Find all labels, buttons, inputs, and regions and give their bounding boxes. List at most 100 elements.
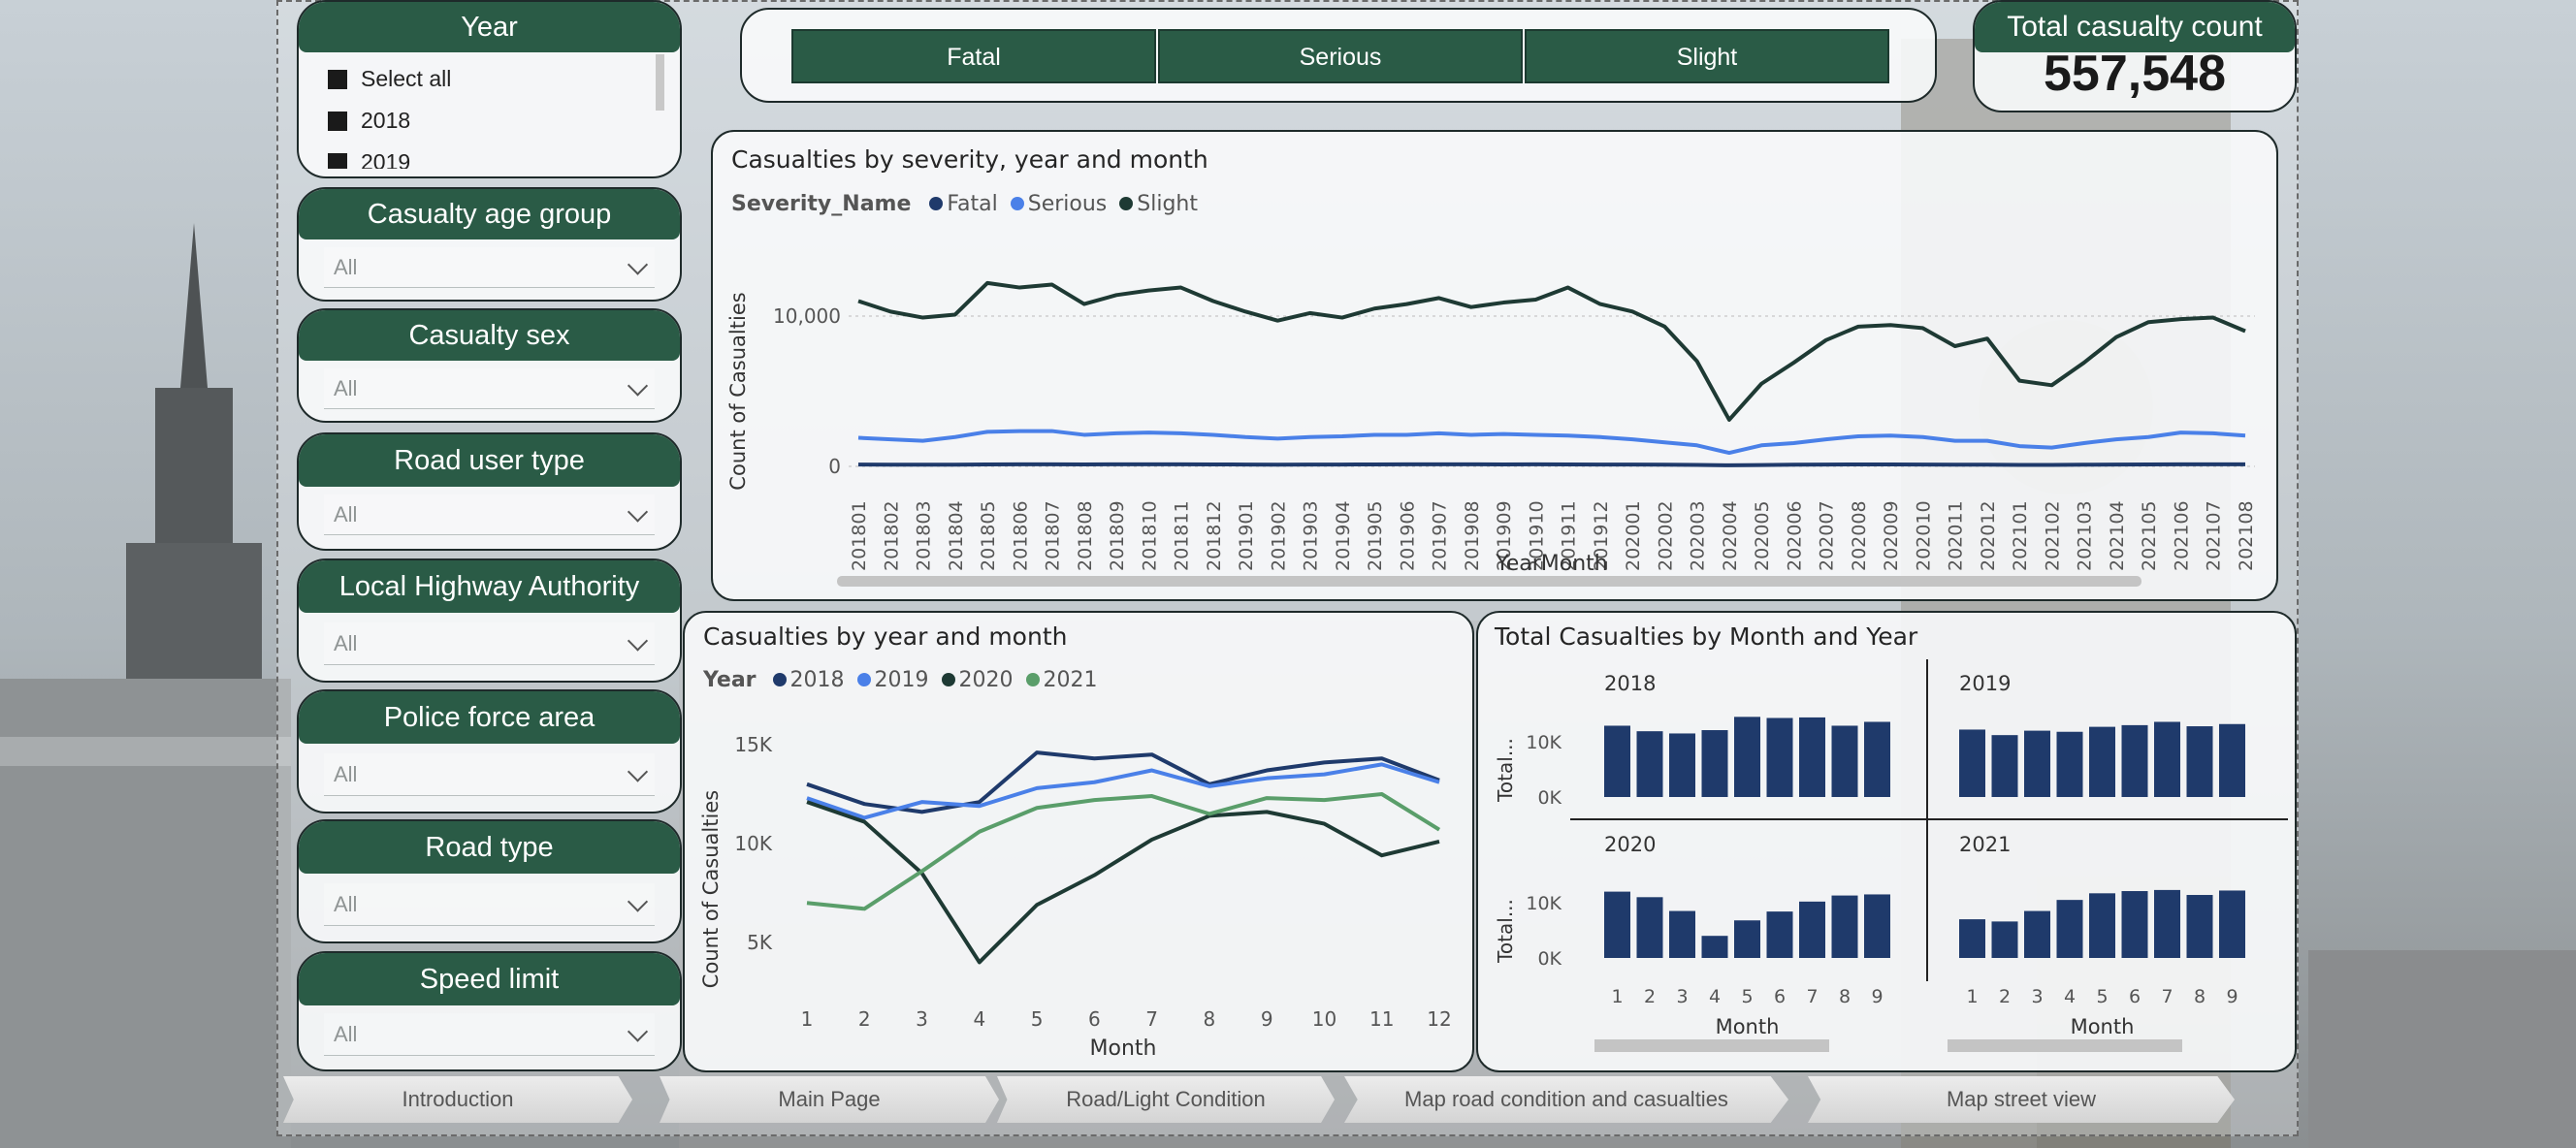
x-tick-label: 7 [1806,986,1818,1007]
road-user-type-dropdown[interactable]: All [324,494,655,535]
chevron-down-icon [627,760,649,782]
x-axis-label: Month [1716,1015,1780,1038]
year-slicer[interactable]: Year Select all 2018 2019 [297,0,682,178]
x-tick-label: 202011 [1946,500,1967,571]
x-axis-label: Month [2071,1015,2135,1038]
bar [1831,895,1858,958]
bar [1734,920,1760,958]
x-tick-label: 3 [2031,986,2043,1007]
year-line-chart-panel: Casualties by year and month Year 2018 2… [683,611,1474,1072]
horizontal-scrollbar[interactable] [1948,1039,2182,1052]
slicer-title: Road user type [299,434,680,487]
x-tick-label: 7 [2161,986,2173,1007]
x-tick-label: 201811 [1172,500,1193,571]
bar [2219,723,2245,797]
horizontal-scrollbar[interactable] [837,576,2141,587]
x-tick-label: 201906 [1397,500,1418,571]
bar [1799,901,1825,958]
y-axis-label: Count of Casualties [699,790,723,988]
x-tick-label: 6 [1088,1007,1101,1031]
speed-limit-dropdown[interactable]: All [324,1013,655,1056]
slight-button[interactable]: Slight [1525,29,1889,83]
casualty-age-group-dropdown[interactable]: All [324,247,655,288]
nav-map-street-view[interactable]: Map street view [1808,1076,2235,1123]
nav-main-page[interactable]: Main Page [660,1076,999,1123]
x-tick-label: 8 [1204,1007,1216,1031]
year-slicer-title: Year [299,2,680,52]
x-tick-label: 2 [858,1007,871,1031]
x-tick-label: 9 [1871,986,1883,1007]
x-tick-label: 10 [1312,1007,1336,1031]
road-user-type-slicer[interactable]: Road user type All [297,432,682,551]
x-tick-label: 9 [2226,986,2238,1007]
chevron-down-icon [627,253,649,275]
police-force-area-slicer[interactable]: Police force area All [297,689,682,813]
chevron-down-icon [627,500,649,523]
local-highway-authority-dropdown[interactable]: All [324,622,655,665]
bar [2024,730,2050,797]
bar [1864,721,1890,797]
checkbox[interactable] [328,153,347,169]
month-year-bar-chart-panel: Total Casualties by Month and Year 2018 2… [1476,611,2297,1072]
police-force-area-dropdown[interactable]: All [324,753,655,796]
x-tick-label: 3 [1676,986,1688,1007]
year-list-scrollbar[interactable] [656,54,664,111]
series-line-slight [857,280,2246,422]
year-line-chart: 5K10K15K1 2 3 4 5 6 7 8 9 10 11 12MonthCount of Cas… [699,733,1452,1061]
bar [2121,891,2148,958]
x-tick-label: 201806 [1010,500,1031,571]
checkbox[interactable] [328,70,347,89]
road-type-slicer[interactable]: Road type All [297,819,682,943]
year-list: Select all 2018 2019 [328,58,658,169]
year-option-2019[interactable]: 2019 [328,142,658,169]
slicer-title: Casualty age group [299,189,680,239]
panel-title-2019: 2019 [1959,672,2011,695]
x-tick-label: 202004 [1720,500,1741,571]
horizontal-scrollbar[interactable] [1594,1039,1829,1052]
y-tick-label: 15K [734,733,772,756]
bar [1669,910,1695,958]
x-tick-label: 202105 [2139,500,2160,571]
x-tick-label: 201903 [1301,500,1322,571]
x-tick-label: 6 [2129,986,2141,1007]
x-tick-label: 11 [1369,1007,1394,1031]
casualty-sex-slicer[interactable]: Casualty sex All [297,308,682,423]
fatal-button[interactable]: Fatal [791,29,1156,83]
casualty-age-group-slicer[interactable]: Casualty age group All [297,187,682,302]
nav-map-road-condition[interactable]: Map road condition and casualties [1344,1076,1788,1123]
severity-line-chart: 0 10,000 201801 201802 201803 201804 201805 201… [726,280,2257,576]
casualty-sex-dropdown[interactable]: All [324,368,655,409]
bar [1959,919,1985,958]
x-tick-label: 201901 [1236,500,1257,571]
series-line-serious [857,429,2246,456]
year-option-select-all[interactable]: Select all [328,58,658,100]
panel-title-2020: 2020 [1604,833,1656,856]
bar [1766,718,1793,797]
nav-road-light-condition[interactable]: Road/Light Condition [997,1076,1335,1123]
x-tick-label: 201907 [1430,500,1451,571]
bar [2154,889,2180,958]
x-tick-label: 202102 [2042,500,2063,571]
y-tick-label: 10,000 [773,304,841,328]
bar [1636,897,1663,958]
x-tick-label: 1 [801,1007,814,1031]
x-tick-label: 2 [1644,986,1656,1007]
chevron-down-icon [627,1020,649,1042]
checkbox[interactable] [328,112,347,131]
series-line-2021 [806,792,1441,911]
speed-limit-slicer[interactable]: Speed limit All [297,951,682,1071]
year-option-2018[interactable]: 2018 [328,100,658,142]
x-tick-label: 201804 [946,500,967,571]
x-tick-label: 1 [1966,986,1978,1007]
bar [2121,724,2148,797]
serious-button[interactable]: Serious [1158,29,1523,83]
slicer-title: Local Highway Authority [299,560,680,613]
x-tick-label: 202007 [1817,500,1838,571]
road-type-dropdown[interactable]: All [324,883,655,926]
x-tick-label: 202005 [1752,500,1773,571]
x-tick-label: 9 [1261,1007,1273,1031]
x-tick-label: 1 [1611,986,1623,1007]
nav-introduction[interactable]: Introduction [283,1076,632,1123]
bar [1991,735,2018,797]
local-highway-authority-slicer[interactable]: Local Highway Authority All [297,558,682,683]
